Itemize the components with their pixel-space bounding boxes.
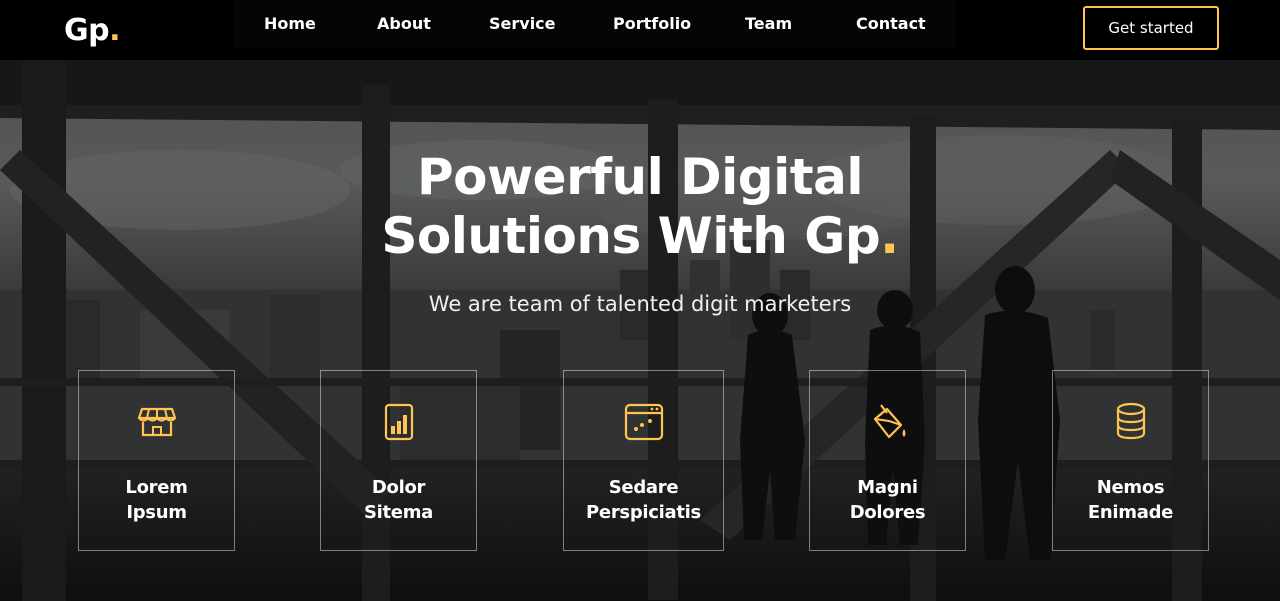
nav-home[interactable]: Home bbox=[264, 13, 316, 35]
page: Gp. Home About Service Portfolio Team Co… bbox=[0, 0, 1280, 601]
bar-chart-icon bbox=[384, 403, 413, 441]
feature-box-sedare-perspiciatis[interactable]: Sedare Perspiciatis bbox=[563, 370, 724, 551]
feature-box-nemos-enimade[interactable]: Nemos Enimade bbox=[1052, 370, 1209, 551]
feature-box-magni-dolores[interactable]: Magni Dolores bbox=[809, 370, 966, 551]
feature-label: Dolor Sitema bbox=[321, 475, 476, 525]
hero-subheadline: We are team of talented digit marketers bbox=[428, 292, 852, 316]
feature-label-line1: Nemos bbox=[1096, 477, 1165, 498]
feature-label: Magni Dolores bbox=[810, 475, 965, 525]
feature-label-line2: Dolores bbox=[849, 502, 926, 523]
feature-box-dolor-sitema[interactable]: Dolor Sitema bbox=[320, 370, 477, 551]
feature-label: Sedare Perspiciatis bbox=[564, 475, 723, 525]
nav-team[interactable]: Team bbox=[745, 13, 792, 35]
get-started-button[interactable]: Get started bbox=[1083, 6, 1219, 50]
hero-headline: Powerful Digital Solutions With Gp. bbox=[240, 148, 1040, 266]
feature-label-line2: Perspiciatis bbox=[586, 502, 701, 523]
logo[interactable]: Gp. bbox=[64, 12, 121, 50]
database-icon bbox=[1116, 402, 1145, 440]
feature-label-line1: Sedare bbox=[608, 477, 679, 498]
nav-service[interactable]: Service bbox=[489, 13, 556, 35]
nav-contact[interactable]: Contact bbox=[856, 13, 926, 35]
store-icon bbox=[137, 407, 176, 437]
feature-label-line2: Sitema bbox=[363, 502, 434, 523]
logo-text: Gp bbox=[64, 13, 110, 48]
main-nav: Home About Service Portfolio Team Contac… bbox=[234, 0, 956, 48]
paint-bucket-icon bbox=[873, 404, 905, 439]
hero-headline-line1: Powerful Digital bbox=[416, 148, 864, 206]
site-header: Gp. Home About Service Portfolio Team Co… bbox=[0, 0, 1280, 60]
feature-label: Nemos Enimade bbox=[1053, 475, 1208, 525]
feature-label-line2: Ipsum bbox=[126, 502, 187, 523]
hero-headline-line2: Solutions With Gp bbox=[381, 207, 881, 265]
calendar-todo-icon bbox=[624, 403, 663, 441]
logo-dot: . bbox=[109, 13, 121, 48]
nav-about[interactable]: About bbox=[377, 13, 431, 35]
feature-label: Lorem Ipsum bbox=[79, 475, 234, 525]
nav-portfolio[interactable]: Portfolio bbox=[613, 13, 691, 35]
feature-label-line1: Lorem bbox=[125, 477, 188, 498]
feature-label-line1: Dolor bbox=[371, 477, 426, 498]
feature-label-line1: Magni bbox=[857, 477, 918, 498]
hero-headline-line2-wrap: Solutions With Gp. bbox=[240, 207, 1040, 266]
hero-headline-dot: . bbox=[880, 207, 899, 265]
feature-label-line2: Enimade bbox=[1087, 502, 1174, 523]
feature-box-lorem-ipsum[interactable]: Lorem Ipsum bbox=[78, 370, 235, 551]
